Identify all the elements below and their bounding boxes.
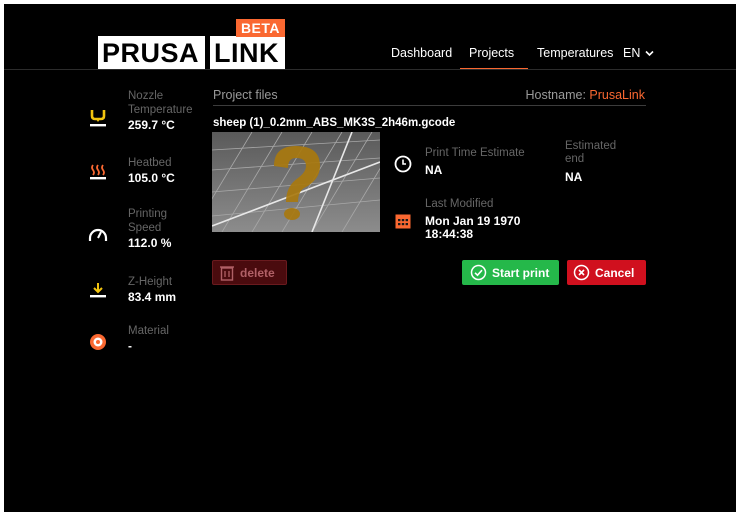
prusalink-logo[interactable]: PRUSA LINK BETA: [98, 19, 286, 70]
material-value: -: [128, 339, 132, 353]
hostname-label: Hostname:: [525, 88, 586, 102]
print-time-label: Print Time Estimate: [425, 147, 525, 159]
gcode-thumbnail: [212, 132, 380, 232]
cancel-label: Cancel: [595, 265, 635, 280]
clock-icon: [394, 155, 412, 173]
nav-temperatures[interactable]: Temperatures: [537, 46, 613, 60]
estimated-end-label-1: Estimated: [565, 140, 617, 152]
nozzle-text: Nozzle Temperature 259.7 °C: [128, 89, 193, 133]
speed-text: Printing Speed 112.0 %: [128, 207, 171, 251]
spool-icon: [86, 330, 110, 354]
section-divider: [213, 105, 646, 106]
header-divider: [4, 69, 736, 70]
logo-link-word: LINK: [214, 38, 280, 68]
start-print-label: Start print: [492, 265, 550, 280]
logo-prusa-text: PRUSA: [98, 36, 206, 70]
chevron-down-icon: [645, 51, 654, 57]
language-select[interactable]: EN: [623, 46, 654, 60]
z-height-icon: [86, 279, 110, 303]
speed-label-1: Printing: [128, 208, 167, 220]
start-print-button[interactable]: Start print: [462, 260, 559, 285]
zheight-label: Z-Height: [128, 276, 173, 288]
speed-value: 112.0 %: [128, 236, 172, 250]
zheight-value: 83.4 mm: [128, 290, 177, 304]
delete-button[interactable]: delete: [212, 260, 287, 285]
nozzle-label-2: Temperature: [128, 104, 193, 116]
last-modified-time: 18:44:38: [425, 227, 474, 241]
close-circle-icon: [573, 264, 590, 281]
calendar-icon: [395, 214, 411, 229]
beta-badge: BETA: [235, 19, 286, 37]
material-label: Material: [128, 325, 169, 337]
delete-button-label: delete: [240, 265, 275, 280]
heatbed-label: Heatbed: [128, 157, 172, 169]
estimated-end-label-2: end: [565, 153, 585, 165]
check-circle-icon: [470, 264, 487, 281]
logo-link-text: LINK BETA: [210, 19, 286, 70]
zheight-text: Z-Height 83.4 mm: [128, 275, 176, 305]
hostname-value[interactable]: PrusaLink: [589, 88, 645, 102]
material-text: Material -: [128, 324, 169, 354]
section-title: Project files: [213, 88, 278, 102]
nozzle-label-1: Nozzle: [128, 90, 164, 102]
hostname: Hostname: PrusaLink: [525, 88, 645, 102]
heatbed-value: 105.0 °C: [128, 171, 175, 185]
nozzle-icon: [86, 106, 110, 130]
nav-dashboard[interactable]: Dashboard: [391, 46, 452, 60]
speedometer-icon: [86, 221, 110, 245]
nozzle-value: 259.7 °C: [128, 118, 175, 132]
trash-icon: [220, 265, 234, 281]
app-window: PRUSA LINK BETA Dashboard Projects Tempe…: [4, 4, 736, 512]
file-name: sheep (1)_0.2mm_ABS_MK3S_2h46m.gcode: [213, 117, 456, 129]
estimated-end-value: NA: [565, 170, 583, 184]
print-time-value: NA: [425, 163, 443, 177]
speed-label-2: Speed: [128, 222, 162, 234]
heatbed-text: Heatbed 105.0 °C: [128, 156, 175, 186]
last-modified-label: Last Modified: [425, 198, 494, 210]
heatbed-icon: [86, 159, 110, 183]
language-label: EN: [623, 46, 641, 60]
nav-projects[interactable]: Projects: [469, 46, 514, 60]
cancel-button[interactable]: Cancel: [567, 260, 646, 285]
